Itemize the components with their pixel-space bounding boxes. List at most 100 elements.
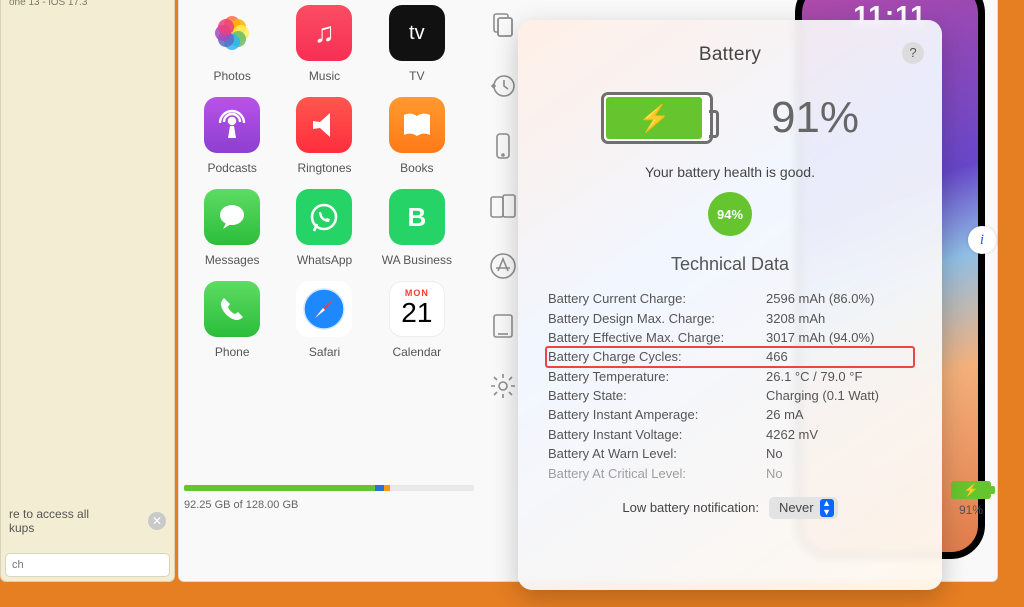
low-battery-notification-row: Low battery notification: Never ▲▼ xyxy=(518,497,942,519)
tech-row: Battery Instant Amperage:26 mA xyxy=(548,405,912,424)
battery-health-badge: 94% xyxy=(708,192,752,236)
app-calendar[interactable]: MON 21 Calendar xyxy=(372,281,462,359)
app-label: Calendar xyxy=(372,345,462,359)
calendar-day: 21 xyxy=(390,298,444,328)
technical-data-title: Technical Data xyxy=(518,254,942,275)
storage-meter: 92.25 GB of 128.00 GB xyxy=(184,485,474,511)
tech-row-value: 3208 mAh xyxy=(766,311,912,326)
battery-percent: 91% xyxy=(771,93,859,143)
info-icon[interactable]: i xyxy=(968,226,996,254)
tech-row: Battery Effective Max. Charge:3017 mAh (… xyxy=(548,328,912,347)
tech-row: Battery Instant Voltage:4262 mV xyxy=(548,425,912,444)
battery-icon: ⚡ xyxy=(601,92,713,144)
app-label: WA Business xyxy=(372,253,462,267)
app-label: Podcasts xyxy=(187,161,277,175)
app-safari[interactable]: Safari xyxy=(279,281,369,359)
tech-row: Battery At Warn Level:No xyxy=(548,444,912,463)
documents-icon[interactable] xyxy=(485,9,521,43)
tech-row-label: Battery At Critical Level: xyxy=(548,466,766,481)
battery-popover: ? Battery ⚡ 91% Your battery health is g… xyxy=(518,20,942,590)
mini-battery[interactable]: ⚡ 91% xyxy=(949,481,993,517)
app-whatsapp[interactable]: WhatsApp xyxy=(279,189,369,267)
app-wabusiness[interactable]: B WA Business xyxy=(372,189,462,267)
app-messages[interactable]: Messages xyxy=(187,189,277,267)
wabusiness-icon: B xyxy=(389,189,445,245)
music-icon: ♫ xyxy=(296,5,352,61)
ringtones-icon xyxy=(296,97,352,153)
backups-notice: re to access all kups ✕ xyxy=(1,499,174,543)
tech-row-label: Battery Charge Cycles: xyxy=(548,349,766,364)
tech-row-value: 466 xyxy=(766,349,912,364)
tech-row-label: Battery State: xyxy=(548,388,766,403)
tech-row-value: 4262 mV xyxy=(766,427,912,442)
history-icon[interactable] xyxy=(485,69,521,103)
battery-health-text: Your battery health is good. xyxy=(518,164,942,180)
podcasts-icon xyxy=(204,97,260,153)
backups-notice-text: re to access all kups xyxy=(9,507,89,535)
calendar-icon: MON 21 xyxy=(389,281,445,337)
close-icon[interactable]: ✕ xyxy=(148,512,166,530)
devices-icon[interactable] xyxy=(485,189,521,223)
help-icon[interactable]: ? xyxy=(902,42,924,64)
app-books[interactable]: Books xyxy=(372,97,462,175)
low-battery-notification-select[interactable]: Never ▲▼ xyxy=(769,497,838,519)
app-label: Ringtones xyxy=(279,161,369,175)
tech-row: Battery At Critical Level:No xyxy=(548,463,912,482)
storage-seg-apps xyxy=(184,485,375,491)
app-label: Safari xyxy=(279,345,369,359)
app-ringtones[interactable]: Ringtones xyxy=(279,97,369,175)
phone-outline-icon[interactable] xyxy=(485,129,521,163)
app-label: Phone xyxy=(187,345,277,359)
battery-summary: ⚡ 91% xyxy=(518,92,942,144)
storage-text: 92.25 GB of 128.00 GB xyxy=(184,499,474,511)
tech-row: Battery Charge Cycles:466 xyxy=(546,347,914,366)
tablet-icon[interactable] xyxy=(485,309,521,343)
tech-row-label: Battery Design Max. Charge: xyxy=(548,311,766,326)
device-sidebar: one 13 - iOS 17.3 re to access all kups … xyxy=(0,0,175,582)
app-photos[interactable]: Photos xyxy=(187,5,277,83)
app-label: Messages xyxy=(187,253,277,267)
app-tv[interactable]: tv TV xyxy=(372,5,462,83)
storage-seg-media xyxy=(375,485,384,491)
tech-row-label: Battery Temperature: xyxy=(548,369,766,384)
tech-row-label: Battery Instant Voltage: xyxy=(548,427,766,442)
popover-title: Battery xyxy=(518,44,942,66)
app-podcasts[interactable]: Podcasts xyxy=(187,97,277,175)
app-label: Music xyxy=(279,69,369,83)
storage-seg-other xyxy=(384,485,390,491)
bolt-icon: ⚡ xyxy=(638,103,670,134)
books-icon xyxy=(389,97,445,153)
battery-fill: ⚡ xyxy=(606,97,702,139)
messages-icon xyxy=(204,189,260,245)
tech-row-value: No xyxy=(766,466,912,481)
select-value: Never xyxy=(779,500,814,515)
tv-icon: tv xyxy=(389,5,445,61)
photos-icon xyxy=(204,5,260,61)
tech-row-label: Battery Effective Max. Charge: xyxy=(548,330,766,345)
storage-bar xyxy=(184,485,474,491)
tech-row: Battery Temperature:26.1 °C / 79.0 °F xyxy=(548,367,912,386)
bolt-icon: ⚡ xyxy=(951,481,991,499)
app-label: TV xyxy=(372,69,462,83)
tech-row-label: Battery At Warn Level: xyxy=(548,446,766,461)
tech-row-value: 3017 mAh (94.0%) xyxy=(766,330,912,345)
tech-row-value: 26.1 °C / 79.0 °F xyxy=(766,369,912,384)
app-label: Photos xyxy=(187,69,277,83)
tech-row-value: No xyxy=(766,446,912,461)
search-input[interactable] xyxy=(5,553,170,577)
safari-icon xyxy=(296,281,352,337)
app-phone[interactable]: Phone xyxy=(187,281,277,359)
device-label: one 13 - iOS 17.3 xyxy=(1,0,174,12)
tech-row-label: Battery Instant Amperage: xyxy=(548,407,766,422)
appstore-icon[interactable] xyxy=(485,249,521,283)
app-music[interactable]: ♫ Music xyxy=(279,5,369,83)
tech-row: Battery Design Max. Charge:3208 mAh xyxy=(548,308,912,327)
app-label: Books xyxy=(372,161,462,175)
settings-icon[interactable] xyxy=(485,369,521,403)
mini-battery-pct: 91% xyxy=(949,503,993,517)
whatsapp-icon xyxy=(296,189,352,245)
app-label: WhatsApp xyxy=(279,253,369,267)
chevron-updown-icon: ▲▼ xyxy=(820,499,834,517)
tech-row-value: Charging (0.1 Watt) xyxy=(766,388,912,403)
tech-row: Battery State:Charging (0.1 Watt) xyxy=(548,386,912,405)
